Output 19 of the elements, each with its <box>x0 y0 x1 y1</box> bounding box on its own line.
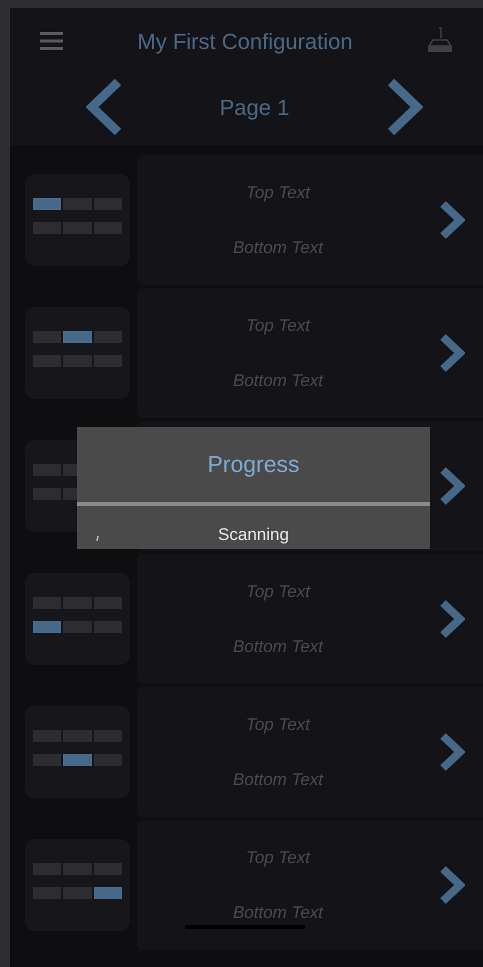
layout-grid-icon[interactable] <box>25 307 130 399</box>
chevron-right-icon[interactable] <box>439 600 465 638</box>
layout-grid-icon[interactable] <box>25 174 130 266</box>
dialog-title: Progress <box>207 450 300 480</box>
chevron-right-icon[interactable] <box>439 733 465 771</box>
chevron-right-icon[interactable] <box>439 467 465 505</box>
layout-grid-icon[interactable] <box>25 706 130 798</box>
previous-page-button[interactable] <box>86 79 122 135</box>
chevron-right-icon[interactable] <box>439 201 465 239</box>
menu-icon[interactable] <box>40 32 63 50</box>
layout-grid-icon[interactable] <box>25 839 130 931</box>
layout-grid-icon[interactable] <box>25 573 130 665</box>
dialog-message: Scanning <box>218 524 289 546</box>
spinner-icon <box>96 536 99 541</box>
chevron-right-icon[interactable] <box>439 334 465 372</box>
chevron-right-icon[interactable] <box>439 866 465 904</box>
page-label: Page 1 <box>220 94 290 122</box>
screen-title: My First Configuration <box>137 28 353 56</box>
next-page-button[interactable] <box>386 79 423 135</box>
